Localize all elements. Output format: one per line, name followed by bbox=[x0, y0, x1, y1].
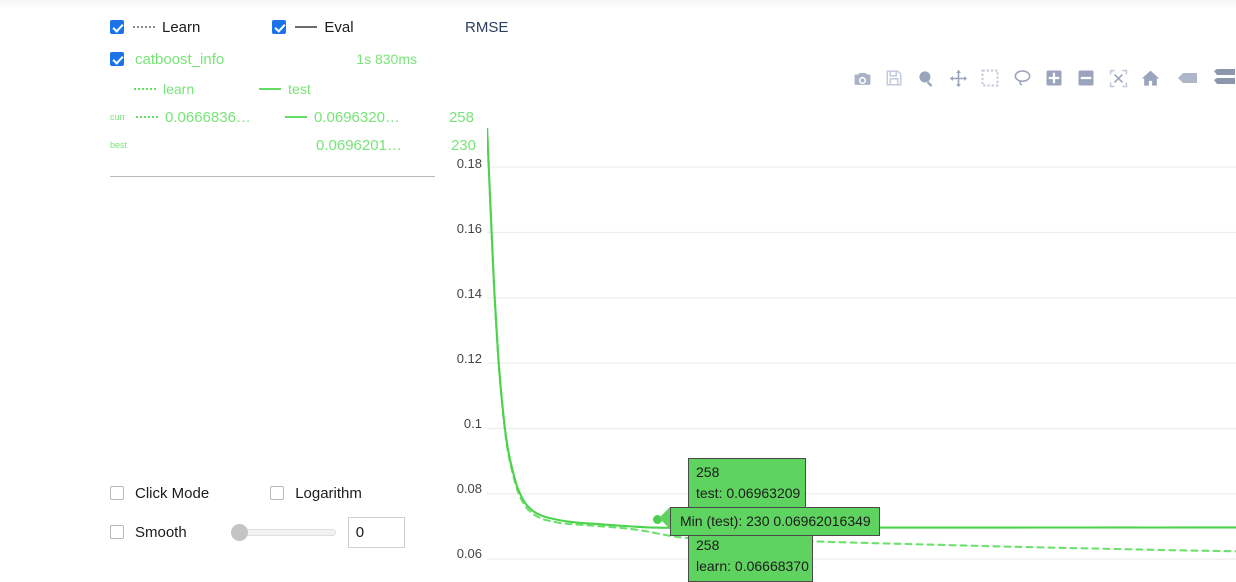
group-elapsed-time: 1s 830ms bbox=[356, 51, 417, 67]
plot-area[interactable]: 258 test: 0.06963209 258 learn: 0.066683… bbox=[487, 128, 1236, 582]
toggle-spike-lines-icon[interactable] bbox=[1172, 68, 1198, 88]
y-tick-label: 0.14 bbox=[456, 286, 482, 301]
group-name: catboost_info bbox=[135, 50, 225, 68]
logarithm-label: Logarithm bbox=[295, 484, 362, 502]
tooltip-min-arrow bbox=[646, 505, 670, 530]
y-tick-label: 0.16 bbox=[456, 221, 482, 236]
curr-learn-value: 0.0666836… bbox=[165, 108, 251, 126]
y-tick-label: 0.1 bbox=[463, 416, 482, 431]
tooltip-test: 258 test: 0.06963209 bbox=[688, 458, 806, 509]
controls-row-2: Smooth 0 bbox=[110, 516, 440, 548]
autoscale-icon[interactable] bbox=[1108, 68, 1128, 88]
best-tag: best bbox=[110, 139, 128, 150]
group-checkbox[interactable] bbox=[110, 52, 124, 66]
logarithm-checkbox[interactable] bbox=[270, 486, 285, 500]
click-mode-checkbox[interactable] bbox=[110, 486, 124, 500]
series-header-row: learn test bbox=[110, 76, 435, 102]
app-root: Learn Eval catboost_info 1s 830ms learn … bbox=[0, 0, 1236, 582]
tooltip-learn-iteration: 258 bbox=[696, 537, 720, 553]
learn-dash-swatch bbox=[133, 26, 155, 28]
eval-solid-swatch bbox=[295, 26, 318, 28]
series-test bbox=[487, 128, 1236, 529]
eval-label: Eval bbox=[324, 18, 354, 36]
tooltip-test-value: test: 0.06963209 bbox=[696, 485, 801, 501]
zoom-out-icon[interactable] bbox=[1076, 68, 1096, 88]
group-row-catboost-info[interactable]: catboost_info 1s 830ms bbox=[110, 45, 435, 73]
controls-row-1: Click Mode Logarithm bbox=[110, 479, 440, 507]
chart-controls: Click Mode Logarithm Smooth 0 bbox=[110, 479, 440, 548]
series-learn bbox=[487, 128, 1236, 553]
values-row-best: best 0.0696201… 230 bbox=[110, 132, 476, 158]
zoom-icon[interactable] bbox=[916, 68, 936, 88]
test-series-label: test bbox=[288, 81, 311, 97]
learn-label: Learn bbox=[162, 18, 201, 36]
legend-panel: Learn Eval catboost_info 1s 830ms learn … bbox=[110, 14, 476, 158]
y-tick-label: 0.18 bbox=[456, 156, 482, 171]
learn-checkbox[interactable] bbox=[110, 20, 124, 34]
values-row-curr: curr 0.0666836… 0.0696320… 258 bbox=[110, 104, 474, 130]
curr-tag: curr bbox=[110, 111, 126, 122]
curr-learn-swatch bbox=[136, 116, 158, 118]
learn-series-swatch bbox=[134, 88, 156, 90]
y-tick-label: 0.12 bbox=[456, 351, 482, 366]
download-plot-as-png-icon[interactable] bbox=[852, 68, 872, 88]
legend-toggle-row: Learn Eval bbox=[110, 14, 435, 40]
tooltip-min: Min (test): 230 0.06962016349 bbox=[670, 507, 880, 536]
top-strip bbox=[0, 0, 1236, 9]
curr-test-value: 0.0696320… bbox=[314, 108, 400, 126]
pan-icon[interactable] bbox=[948, 68, 968, 88]
best-test-value: 0.0696201… bbox=[316, 136, 402, 154]
box-select-icon[interactable] bbox=[980, 68, 1000, 88]
tooltip-test-iteration: 258 bbox=[696, 464, 720, 480]
legend-divider bbox=[110, 176, 435, 177]
plotly-modebar bbox=[852, 68, 1236, 88]
lasso-select-icon[interactable] bbox=[1012, 68, 1032, 88]
click-mode-label: Click Mode bbox=[135, 484, 210, 502]
y-tick-label: 0.06 bbox=[456, 546, 482, 561]
smooth-label: Smooth bbox=[135, 523, 187, 541]
smooth-slider[interactable] bbox=[230, 524, 336, 541]
save-icon[interactable] bbox=[884, 68, 904, 88]
smooth-slider-thumb[interactable] bbox=[230, 524, 248, 541]
tooltip-learn-value: learn: 0.06668370 bbox=[696, 558, 809, 574]
reset-axes-home-icon[interactable] bbox=[1140, 68, 1160, 88]
y-tick-label: 0.08 bbox=[456, 481, 482, 496]
y-axis-tick-labels: 0.18 0.16 0.14 0.12 0.1 0.08 0.06 bbox=[440, 128, 482, 582]
compare-data-on-hover-icon[interactable] bbox=[1210, 68, 1236, 88]
smooth-value-input[interactable]: 0 bbox=[347, 516, 405, 548]
curr-iteration: 258 bbox=[448, 108, 474, 126]
eval-checkbox[interactable] bbox=[272, 20, 287, 34]
learn-series-label: learn bbox=[163, 81, 195, 97]
chart-title: RMSE bbox=[465, 19, 509, 36]
tooltip-learn: 258 learn: 0.06668370 bbox=[688, 531, 813, 582]
curr-test-swatch bbox=[285, 116, 307, 118]
zoom-in-icon[interactable] bbox=[1044, 68, 1064, 88]
smooth-checkbox[interactable] bbox=[110, 525, 124, 539]
test-series-swatch bbox=[259, 88, 282, 90]
